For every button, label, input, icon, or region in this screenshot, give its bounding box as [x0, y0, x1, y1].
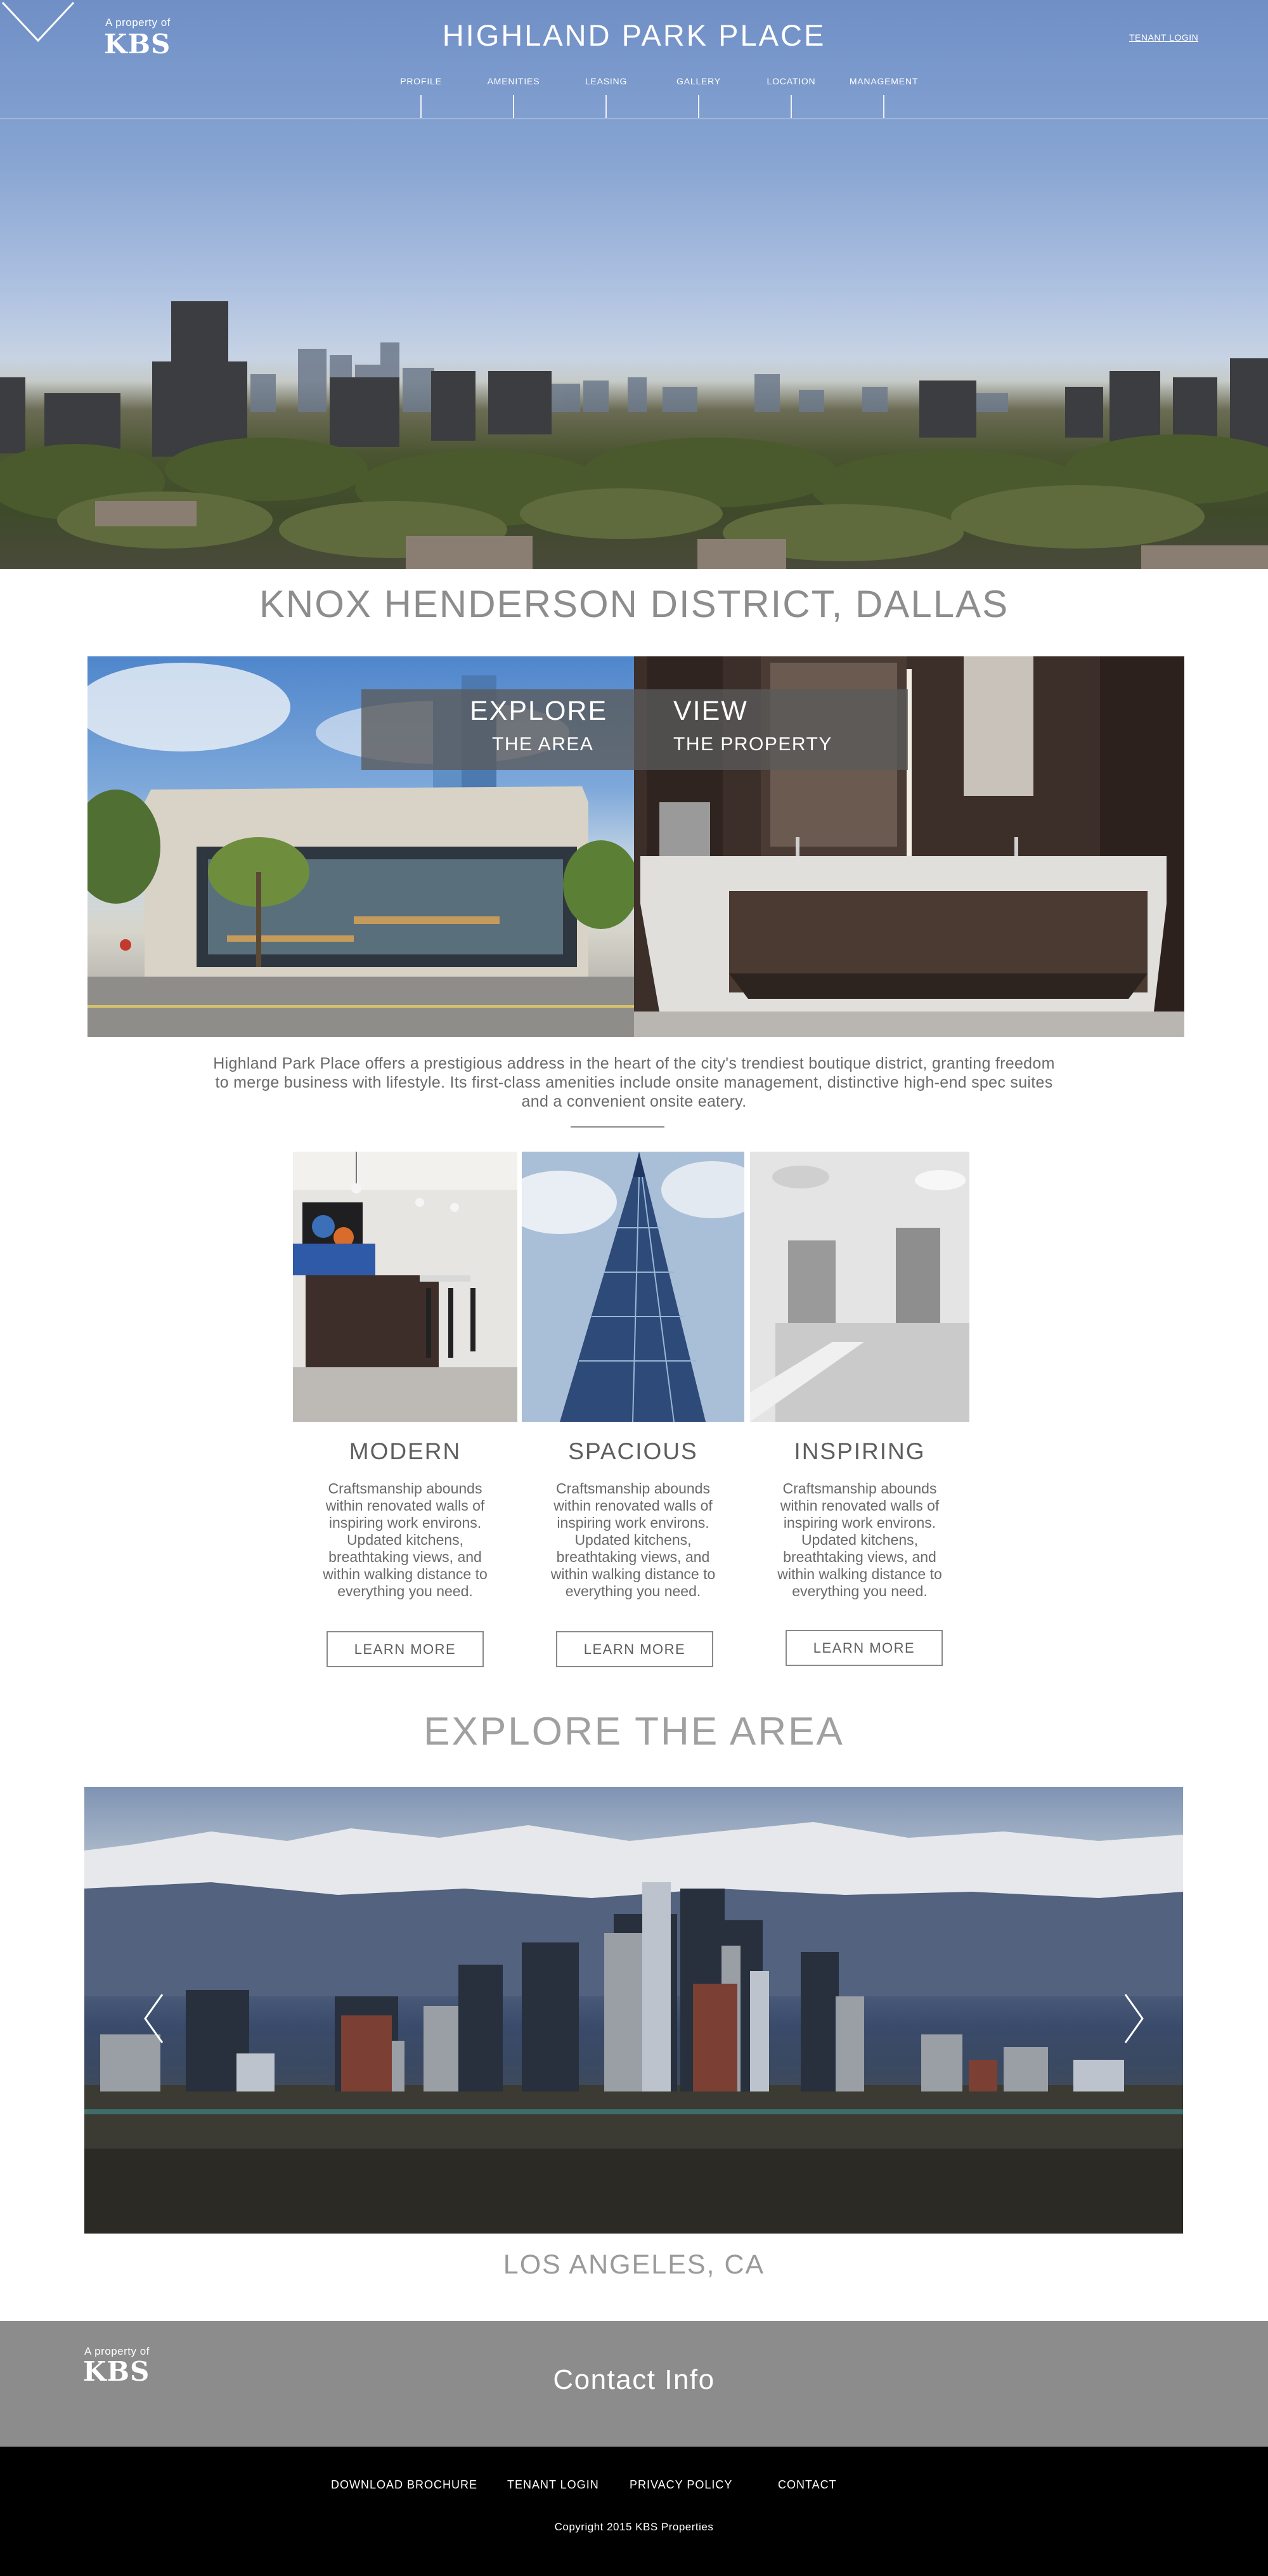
feature-text-line: Craftsmanship abounds — [328, 1480, 482, 1497]
feature-text-line: within renovated walls of — [553, 1497, 713, 1514]
learn-more-button[interactable]: LEARN MORE — [327, 1631, 484, 1667]
chevron-right-icon[interactable] — [1124, 1993, 1144, 2044]
nav-divider — [420, 95, 422, 118]
view-sublabel[interactable]: THE PROPERTY — [673, 734, 832, 755]
nav-item-leasing[interactable]: LEASING — [559, 76, 654, 86]
area-slider[interactable] — [84, 1787, 1183, 2234]
download-brochure-link[interactable]: DOWNLOAD BROCHURE — [331, 2478, 477, 2492]
learn-more-button[interactable]: LEARN MORE — [786, 1630, 943, 1666]
explore-label[interactable]: EXPLORE — [470, 696, 607, 727]
feature-text-line: Craftsmanship abounds — [782, 1480, 937, 1497]
feature-text-line: everything you need. — [792, 1583, 928, 1599]
modern-kitchen-image[interactable] — [293, 1152, 517, 1422]
contact-info-heading: Contact Info — [553, 2364, 715, 2395]
chevron-down-icon[interactable] — [0, 0, 76, 44]
section-divider — [571, 1126, 664, 1128]
feature-text-line: inspiring work environs. — [557, 1514, 709, 1531]
nav-item-location[interactable]: LOCATION — [744, 76, 839, 86]
feature-text-line: within walking distance to — [550, 1566, 716, 1582]
nav-divider — [698, 95, 699, 118]
feature-text-line: Craftsmanship abounds — [556, 1480, 710, 1497]
feature-text-line: breathtaking views, and — [783, 1549, 936, 1565]
hero-banner: A property of KBS HIGHLAND PARK PLACE TE… — [0, 0, 1268, 569]
feature-description: Craftsmanship abounds within renovated w… — [522, 1480, 744, 1600]
nav-item-gallery[interactable]: GALLERY — [651, 76, 746, 86]
elevator-lobby-image[interactable] — [750, 1152, 969, 1422]
nav-divider — [513, 95, 514, 118]
contact-link[interactable]: CONTACT — [778, 2478, 837, 2492]
nav-divider — [883, 95, 884, 118]
feature-text-line: breathtaking views, and — [328, 1549, 482, 1565]
nav-item-amenities[interactable]: AMENITIES — [466, 76, 561, 86]
feature-text-line: within renovated walls of — [780, 1497, 940, 1514]
nav-divider — [791, 95, 792, 118]
chevron-left-icon[interactable] — [143, 1993, 164, 2044]
learn-more-button[interactable]: LEARN MORE — [556, 1631, 713, 1667]
district-panel: EXPLORE THE AREA VIEW THE PROPERTY — [87, 656, 1184, 1037]
feature-title-inspiring: INSPIRING — [794, 1438, 926, 1464]
feature-text-line: inspiring work environs. — [328, 1514, 482, 1531]
nav-item-profile[interactable]: PROFILE — [373, 76, 469, 86]
explore-view-overlay — [361, 689, 908, 770]
feature-title-spacious: SPACIOUS — [568, 1438, 698, 1464]
privacy-policy-link[interactable]: PRIVACY POLICY — [630, 2478, 732, 2492]
explore-sublabel[interactable]: THE AREA — [492, 734, 593, 755]
feature-description: Craftsmanship abounds within renovated w… — [293, 1480, 517, 1600]
los-angeles-skyline-image — [84, 1822, 1183, 2234]
feature-text-line: everything you need. — [337, 1583, 473, 1599]
district-title: KNOX HENDERSON DISTRICT, DALLAS — [259, 583, 1009, 625]
site-title: HIGHLAND PARK PLACE — [442, 18, 826, 52]
glass-tower-image[interactable] — [522, 1152, 744, 1422]
view-label[interactable]: VIEW — [673, 696, 748, 727]
feature-description: Craftsmanship abounds within renovated w… — [750, 1480, 969, 1600]
feature-text-line: within renovated walls of — [325, 1497, 485, 1514]
feature-text-line: Updated kitchens, — [346, 1532, 464, 1548]
nav-divider — [605, 95, 607, 118]
explore-area-title: EXPLORE THE AREA — [424, 1710, 844, 1753]
footer-bar — [0, 2447, 1268, 2576]
feature-text-line: Updated kitchens, — [801, 1532, 919, 1548]
nav-item-management[interactable]: MANAGEMENT — [836, 76, 931, 86]
feature-text-line: inspiring work environs. — [783, 1514, 936, 1531]
feature-text-line: within walking distance to — [777, 1566, 942, 1582]
feature-text-line: breathtaking views, and — [556, 1549, 710, 1565]
tenant-login-footer-link[interactable]: TENANT LOGIN — [507, 2478, 599, 2492]
feature-title-modern: MODERN — [349, 1438, 462, 1464]
tenant-login-link[interactable]: TENANT LOGIN — [1129, 32, 1198, 42]
feature-text-line: within walking distance to — [323, 1566, 488, 1582]
intro-paragraph: Highland Park Place offers a prestigious… — [213, 1055, 1055, 1110]
slide-caption: LOS ANGELES, CA — [503, 2249, 765, 2280]
copyright-text: Copyright 2015 KBS Properties — [554, 2521, 714, 2533]
feature-text-line: everything you need. — [565, 1583, 701, 1599]
feature-text-line: Updated kitchens, — [574, 1532, 692, 1548]
